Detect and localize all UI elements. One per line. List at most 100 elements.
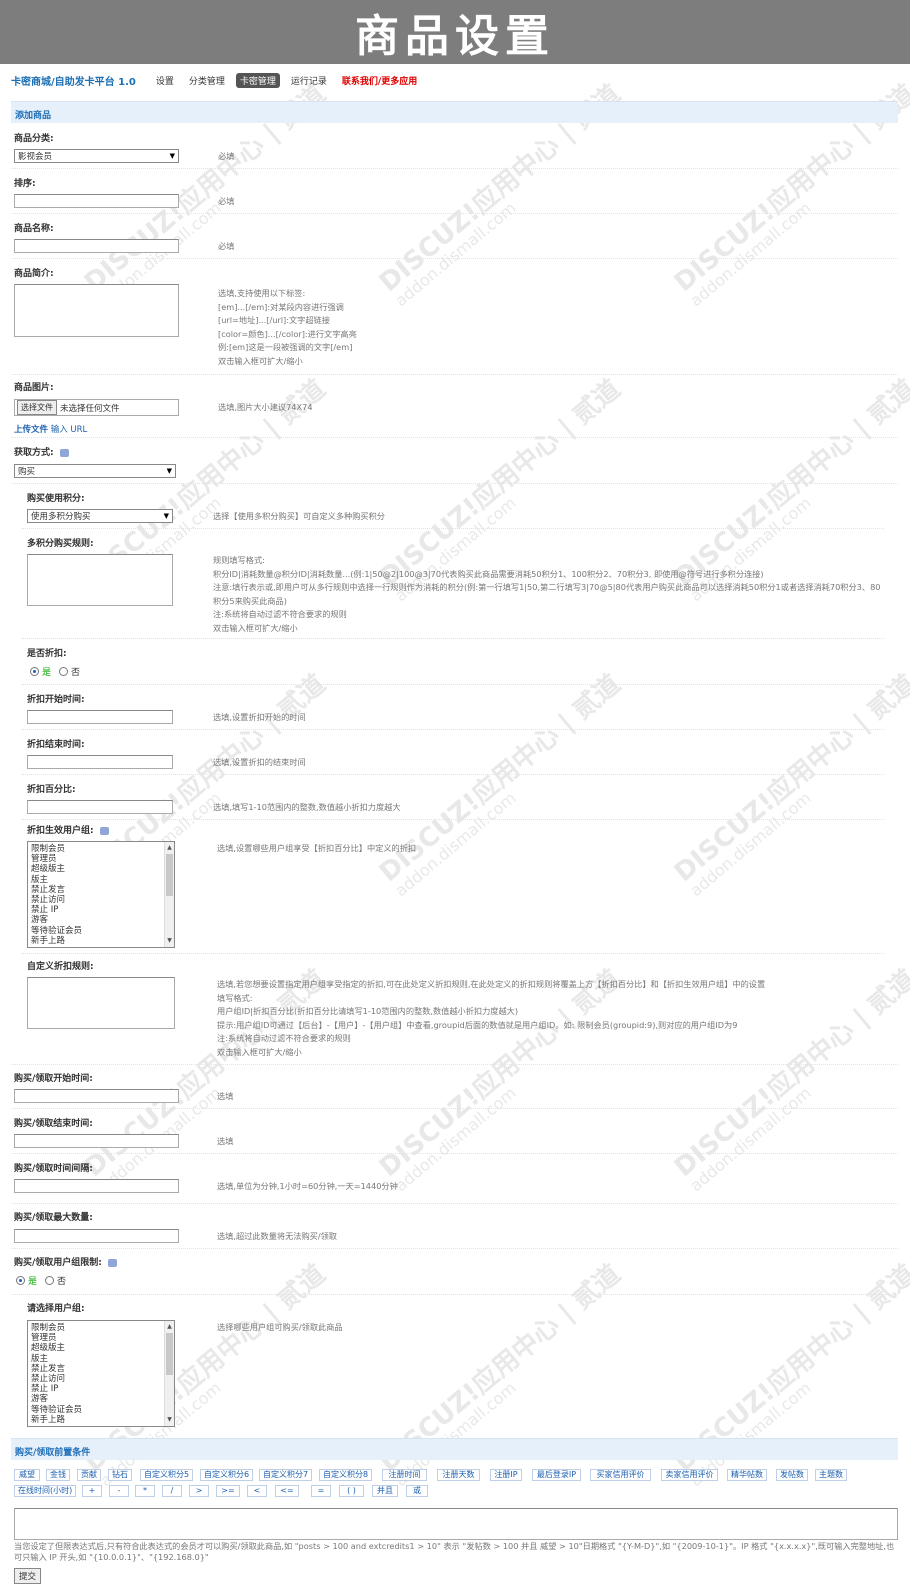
condition-chip[interactable]: 金钱 — [46, 1469, 70, 1481]
app-brand[interactable]: 卡密商城/自助发卡平台 1.0 — [11, 73, 136, 88]
listbox-scrollbar[interactable]: ▲ ▼ — [164, 1321, 174, 1426]
group-limit-yes-label[interactable]: 是 — [28, 1274, 37, 1287]
condition-chip[interactable]: < — [247, 1485, 267, 1497]
condition-chip[interactable]: 自定义积分5 — [140, 1469, 194, 1481]
condition-chip[interactable]: 并且 — [372, 1485, 398, 1497]
buy-start-input[interactable] — [14, 1089, 179, 1103]
listbox-option[interactable]: 管理员 — [31, 854, 171, 864]
condition-chip[interactable]: 注册时间 — [382, 1469, 427, 1481]
nav-settings[interactable]: 设置 — [152, 73, 178, 88]
sort-input[interactable] — [14, 194, 179, 208]
condition-chip[interactable]: > — [189, 1485, 209, 1497]
nav-card-manage[interactable]: 卡密管理 — [235, 72, 280, 88]
submit-button[interactable]: 提交 — [14, 1568, 42, 1584]
condition-chip[interactable]: 自定义积分8 — [319, 1469, 373, 1481]
listbox-option[interactable]: 等待验证会员 — [31, 1405, 171, 1415]
listbox-option[interactable]: 超级版主 — [31, 1343, 171, 1353]
listbox-option[interactable]: 禁止访问 — [31, 1374, 171, 1384]
intro-hint-line: 例:[em]这是一段被强调的文字[/em] — [218, 342, 353, 352]
condition-chip[interactable]: 精华帖数 — [727, 1469, 767, 1481]
discount-no-label[interactable]: 否 — [71, 665, 80, 678]
scroll-down-icon[interactable]: ▼ — [165, 936, 174, 946]
listbox-option[interactable]: 超级版主 — [31, 864, 171, 874]
listbox-option[interactable]: 限制会员 — [31, 1323, 171, 1333]
condition-chip[interactable]: 最后登录IP — [532, 1469, 581, 1481]
listbox-option[interactable]: 游客 — [31, 915, 171, 925]
listbox-option[interactable]: 版主 — [31, 1354, 171, 1364]
condition-chip[interactable]: 自定义积分7 — [259, 1469, 313, 1481]
listbox-option[interactable]: 禁止 IP — [31, 905, 171, 915]
help-icon[interactable] — [107, 1258, 117, 1267]
listbox-option[interactable]: 管理员 — [31, 1333, 171, 1343]
help-icon[interactable] — [99, 826, 109, 835]
nav-run-log[interactable]: 运行记录 — [287, 73, 331, 88]
discount-no-radio[interactable] — [59, 667, 69, 676]
listbox-option[interactable]: 等待验证会员 — [31, 926, 171, 936]
scrollbar-thumb[interactable] — [166, 1333, 173, 1375]
listbox-option[interactable]: 新手上路 — [31, 1415, 171, 1425]
listbox-scrollbar[interactable]: ▲ ▼ — [164, 842, 174, 947]
scrollbar-thumb[interactable] — [166, 854, 173, 896]
upload-file-link[interactable]: 上传文件 — [14, 425, 48, 435]
group-limit-no-label[interactable]: 否 — [57, 1274, 66, 1287]
condition-chip[interactable]: 或 — [406, 1485, 428, 1497]
discount-yes-radio[interactable] — [30, 667, 39, 676]
listbox-option[interactable]: 禁止发言 — [31, 885, 171, 895]
discount-end-input[interactable] — [27, 755, 173, 769]
choose-file-button[interactable]: 选择文件 — [17, 400, 57, 415]
buy-max-input[interactable] — [14, 1229, 179, 1243]
custom-discount-hint-line: 双击输入框可扩大/缩小 — [217, 1046, 302, 1057]
multi-points-textarea[interactable] — [27, 554, 173, 606]
condition-chip[interactable]: ( ) — [339, 1485, 364, 1497]
discount-yes-label[interactable]: 是 — [42, 665, 51, 678]
help-icon[interactable] — [59, 448, 69, 457]
image-file-input[interactable]: 选择文件 未选择任何文件 — [14, 399, 179, 416]
custom-discount-textarea[interactable] — [27, 977, 175, 1029]
category-select[interactable]: 影视会员 ▼ — [14, 149, 179, 163]
condition-chip[interactable]: / — [162, 1485, 182, 1497]
condition-chip[interactable]: - — [109, 1485, 129, 1497]
condition-textarea[interactable] — [14, 1508, 898, 1540]
condition-chip[interactable]: 买家信用评价 — [590, 1469, 651, 1481]
condition-chip[interactable]: + — [82, 1485, 102, 1497]
condition-chip[interactable]: 钻石 — [108, 1469, 132, 1481]
name-input[interactable] — [14, 239, 179, 253]
points-select[interactable]: 使用多积分购买 ▼ — [27, 509, 173, 523]
group-limit-yes-radio[interactable] — [16, 1276, 25, 1285]
listbox-option[interactable]: 限制会员 — [31, 844, 171, 854]
discount-start-input[interactable] — [27, 710, 173, 724]
condition-chip[interactable]: 在线时间(小时) — [14, 1485, 77, 1497]
condition-chip[interactable]: 发帖数 — [776, 1469, 808, 1481]
listbox-option[interactable]: 禁止发言 — [31, 1364, 171, 1374]
condition-chip[interactable]: >= — [216, 1485, 240, 1497]
condition-chip[interactable]: 威望 — [14, 1469, 40, 1481]
buy-interval-input[interactable] — [14, 1179, 179, 1193]
scroll-up-icon[interactable]: ▲ — [165, 843, 174, 853]
scroll-up-icon[interactable]: ▲ — [165, 1322, 174, 1332]
intro-textarea[interactable] — [14, 284, 179, 337]
group-limit-no-radio[interactable] — [45, 1276, 55, 1285]
nav-contact-more[interactable]: 联系我们/更多应用 — [338, 73, 421, 88]
listbox-option[interactable]: 新手上路 — [31, 936, 171, 946]
buy-end-input[interactable] — [14, 1134, 179, 1148]
condition-chip[interactable]: <= — [275, 1485, 299, 1497]
discount-groups-listbox[interactable]: 限制会员 管理员 超级版主 版主 禁止发言 禁止访问 禁止 IP 游客 等待验证… — [27, 841, 175, 948]
listbox-option[interactable]: 游客 — [31, 1394, 171, 1404]
scroll-down-icon[interactable]: ▼ — [165, 1415, 174, 1425]
condition-chip[interactable]: 注册天数 — [437, 1469, 480, 1481]
discount-percent-input[interactable] — [27, 800, 173, 814]
input-url-link[interactable]: 输入 URL — [51, 425, 88, 435]
condition-chip[interactable]: = — [311, 1485, 331, 1497]
acquire-select[interactable]: 购买 ▼ — [14, 464, 176, 478]
condition-chip[interactable]: 自定义积分6 — [200, 1469, 254, 1481]
listbox-option[interactable]: 禁止访问 — [31, 895, 171, 905]
condition-chip[interactable]: 贡献 — [77, 1469, 101, 1481]
condition-chip[interactable]: * — [135, 1485, 155, 1497]
nav-category-manage[interactable]: 分类管理 — [185, 73, 229, 88]
condition-chip[interactable]: 卖家信用评价 — [661, 1469, 718, 1481]
listbox-option[interactable]: 版主 — [31, 875, 171, 885]
condition-chip[interactable]: 注册IP — [490, 1469, 522, 1481]
select-groups-listbox[interactable]: 限制会员 管理员 超级版主 版主 禁止发言 禁止访问 禁止 IP 游客 等待验证… — [27, 1320, 175, 1427]
condition-chip[interactable]: 主题数 — [815, 1469, 847, 1481]
listbox-option[interactable]: 禁止 IP — [31, 1384, 171, 1394]
